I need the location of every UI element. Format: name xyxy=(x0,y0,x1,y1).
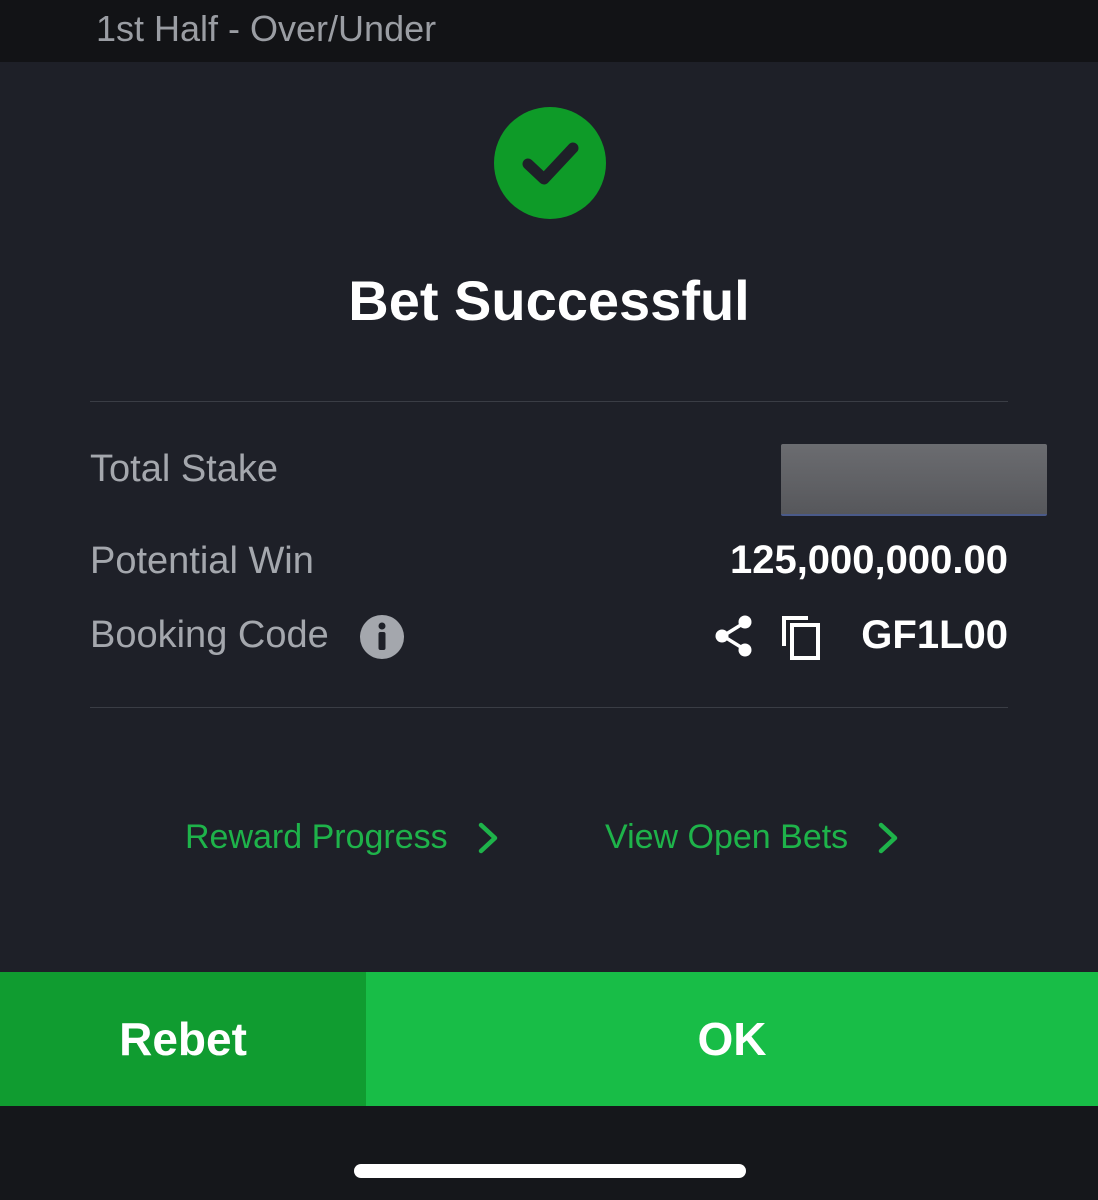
reward-progress-label: Reward Progress xyxy=(185,818,448,856)
divider xyxy=(90,707,1008,708)
view-open-bets-link[interactable]: View Open Bets xyxy=(605,818,900,857)
total-stake-redacted-value xyxy=(781,444,1047,516)
total-stake-label: Total Stake xyxy=(90,448,278,490)
home-indicator[interactable] xyxy=(354,1164,746,1178)
potential-win-label: Potential Win xyxy=(90,540,314,582)
market-title: 1st Half - Over/Under xyxy=(96,8,437,49)
booking-code-value: GF1L00 xyxy=(861,613,1008,657)
bottom-safe-area xyxy=(0,1106,1098,1200)
reward-progress-link[interactable]: Reward Progress xyxy=(185,818,500,857)
potential-win-value: 125,000,000.00 xyxy=(729,538,1008,582)
check-circle-icon xyxy=(494,107,606,219)
bet-success-modal: Bet Successful Total Stake Potential Win… xyxy=(0,62,1098,972)
share-icon[interactable] xyxy=(712,614,756,658)
modal-title: Bet Successful xyxy=(348,269,750,332)
copy-icon[interactable] xyxy=(780,614,824,660)
booking-code-label: Booking Code xyxy=(90,614,329,656)
rebet-button[interactable]: Rebet xyxy=(0,972,366,1106)
chevron-right-icon xyxy=(878,822,898,853)
ok-button[interactable]: OK xyxy=(366,972,1098,1106)
info-icon[interactable] xyxy=(359,614,405,660)
market-header: 1st Half - Over/Under xyxy=(0,0,1098,62)
bet-confirmation-screen: 1st Half - Over/Under Bet Successful Tot… xyxy=(0,0,1098,1200)
chevron-right-icon xyxy=(478,822,497,853)
view-open-bets-label: View Open Bets xyxy=(605,818,849,856)
divider xyxy=(90,401,1008,402)
